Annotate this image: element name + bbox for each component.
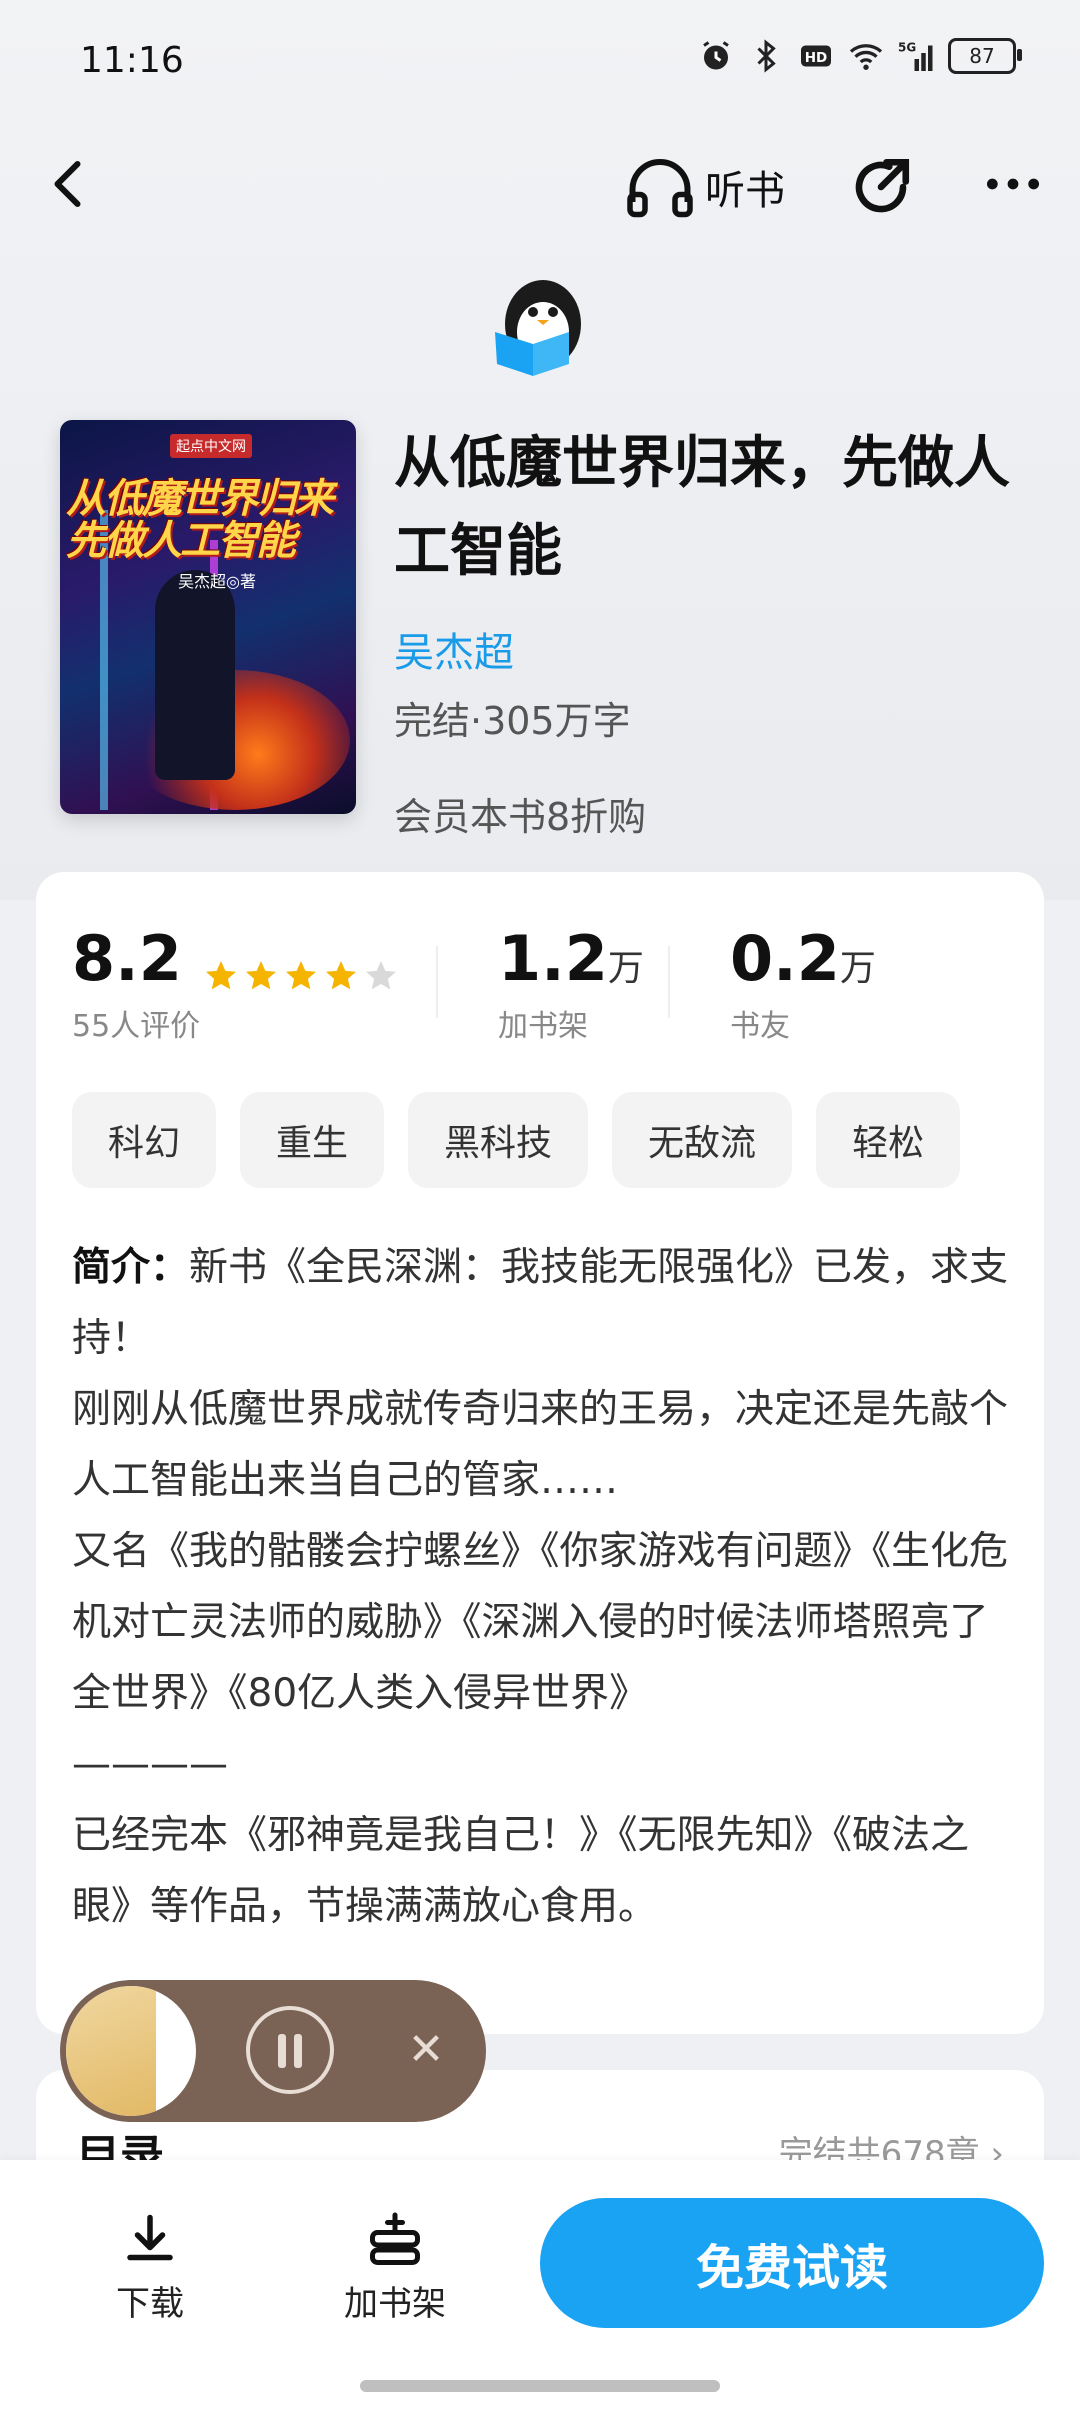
- star-empty-icon: [365, 960, 396, 989]
- listen-label: 听书: [705, 168, 785, 214]
- home-indicator: [360, 2380, 720, 2392]
- star-filled-icon: [325, 960, 356, 989]
- add-shelf-label: 加书架: [344, 2284, 446, 2324]
- star-filled-icon: [285, 960, 316, 989]
- battery-indicator: 87: [948, 38, 1022, 74]
- friends-unit: 万: [839, 948, 876, 989]
- top-nav: 听书: [0, 130, 1080, 240]
- download-button[interactable]: 下载: [70, 2210, 230, 2325]
- book-cover[interactable]: 起点中文网 从低魔世界归来 先做人工智能 吴杰超◎著: [60, 420, 356, 814]
- book-meta: 完结·305万字: [394, 699, 631, 743]
- tag[interactable]: 轻松: [816, 1092, 961, 1188]
- back-icon[interactable]: [40, 154, 100, 214]
- tag[interactable]: 重生: [240, 1092, 385, 1188]
- status-time: 11:16: [80, 40, 184, 81]
- download-icon: [127, 2214, 173, 2261]
- svg-text:HD: HD: [805, 50, 828, 66]
- cover-title-line: 从低魔世界归来: [66, 476, 334, 522]
- headphones-icon: [627, 159, 693, 218]
- free-read-button[interactable]: 免费试读: [540, 2198, 1044, 2328]
- shelf-label: 加书架: [498, 1009, 588, 1044]
- star-filled-icon: [245, 960, 276, 989]
- friends-stat[interactable]: 0.2万 书友: [730, 922, 876, 1045]
- cover-author: 吴杰超◎著: [178, 572, 256, 591]
- tag[interactable]: 黑科技: [408, 1092, 589, 1188]
- friends-label: 书友: [730, 1009, 790, 1044]
- shelf-unit: 万: [607, 948, 644, 989]
- download-label: 下载: [116, 2284, 184, 2324]
- divider: [668, 946, 670, 1018]
- bluetooth-icon: [757, 39, 776, 73]
- rating-stat[interactable]: 8.2 55人评价: [72, 922, 399, 1045]
- add-shelf-button[interactable]: 加书架: [315, 2210, 475, 2325]
- cover-title-line: 先做人工智能: [66, 518, 296, 564]
- book-intro[interactable]: 简介：新书《全民深渊：我技能无限强化》已发，求支持！ 刚刚从低魔世界成就传奇归来…: [72, 1232, 1012, 1942]
- more-icon[interactable]: [982, 162, 1044, 206]
- member-promo[interactable]: 会员本书8折购: [394, 786, 646, 841]
- intro-label: 简介：: [72, 1245, 190, 1290]
- audio-mini-player[interactable]: ✕: [60, 1980, 486, 2122]
- star-filled-icon: [205, 960, 236, 989]
- bottom-action-bar: 下载 加书架 免费试读: [0, 2160, 1080, 2412]
- alarm-icon: [703, 41, 729, 70]
- intro-line: 刚刚从低魔世界成就传奇归来的王易，决定还是先敲个人工智能出来当自己的管家……: [72, 1387, 1009, 1503]
- cover-title: 从低魔世界归来 先做人工智能: [66, 478, 354, 562]
- shelf-value: 1.2: [498, 922, 608, 995]
- rating-stars: [203, 958, 399, 994]
- status-bar: 11:16 HD 5G 87: [0, 0, 1080, 120]
- book-title: 从低魔世界归来，先做人工智能: [394, 431, 1010, 584]
- svg-text:5G: 5G: [898, 41, 916, 55]
- share-icon[interactable]: [848, 154, 914, 220]
- tag[interactable]: 无敌流: [612, 1092, 793, 1188]
- penguin-mascot-icon: [495, 280, 581, 376]
- add-shelf-icon: [370, 2212, 420, 2265]
- rating-count: 55人评价: [72, 1009, 201, 1044]
- friends-value: 0.2: [730, 922, 840, 995]
- cover-figure: [155, 570, 235, 780]
- intro-line: 已经完本《邪神竟是我自己！》《无限先知》《破法之眼》等作品，节操满满放心食用。: [72, 1813, 970, 1929]
- intro-line: 又名《我的骷髅会拧螺丝》《你家游戏有问题》《生化危机对亡灵法师的威胁》《深渊入侵…: [72, 1529, 1009, 1716]
- cover-publisher: 起点中文网: [170, 434, 252, 458]
- author-link[interactable]: 吴杰超: [394, 620, 514, 678]
- intro-line: 新书《全民深渊：我技能无限强化》已发，求支持！: [72, 1245, 1009, 1361]
- signal-icon: 5G: [898, 41, 933, 71]
- divider: [436, 946, 438, 1018]
- wifi-icon: [849, 44, 883, 70]
- pause-icon[interactable]: [246, 2006, 334, 2094]
- close-icon[interactable]: ✕: [396, 2020, 456, 2080]
- audio-cover[interactable]: [66, 1986, 196, 2116]
- listen-button[interactable]: 听书: [625, 156, 785, 218]
- tag[interactable]: 科幻: [72, 1092, 217, 1188]
- intro-line: ————: [72, 1742, 228, 1787]
- shelf-stat: 1.2万 加书架: [498, 922, 644, 1045]
- rating-value: 8.2: [72, 922, 182, 995]
- hd-icon: HD: [801, 45, 831, 67]
- status-icons: HD 5G 87: [698, 38, 1022, 74]
- tag-list: 科幻 重生 黑科技 无敌流 轻松: [72, 1092, 961, 1188]
